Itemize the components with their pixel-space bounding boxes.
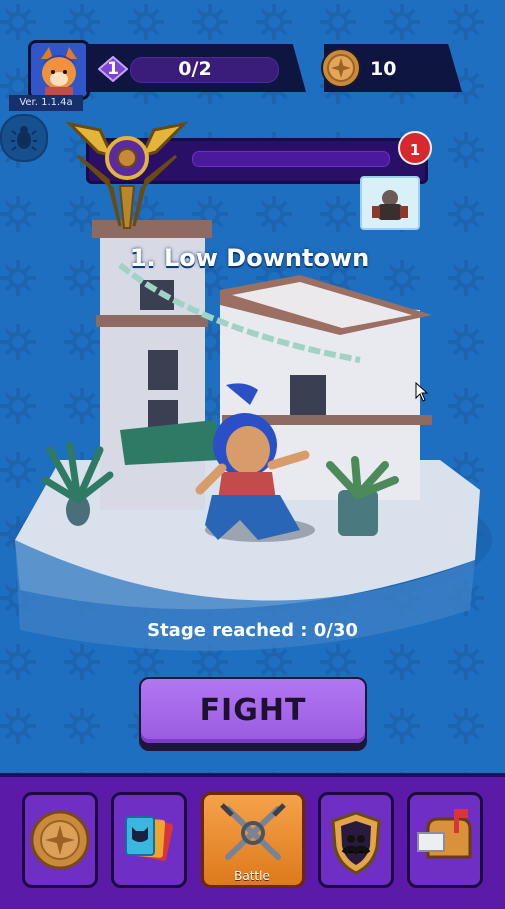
coin-count: 10 — [370, 58, 397, 80]
stage-reached-text: Stage reached : 0/30 — [147, 620, 358, 641]
stage-scene-illustration — [12, 220, 492, 651]
stage-progress-bar — [192, 151, 390, 167]
mouse-cursor-icon — [415, 382, 429, 402]
crossed-weapons-icon — [220, 803, 286, 860]
stage-title: 1. Low Downtown — [0, 244, 505, 272]
nav-mail-button[interactable] — [407, 792, 483, 888]
boss-reward-preview[interactable] — [360, 176, 420, 230]
xp-progress-text: 0/2 — [178, 58, 212, 80]
nav-battle-label: Battle — [234, 869, 270, 883]
nav-guild-button[interactable] — [318, 792, 394, 888]
fox-avatar-icon — [31, 43, 87, 97]
mailbox-icon — [417, 809, 472, 859]
version-label: Ver. 1.1.4a — [9, 95, 83, 111]
trophy-emblem-icon — [65, 121, 189, 229]
boss-portrait-icon — [372, 178, 408, 220]
player-level: 1 — [107, 59, 119, 79]
bug-report-button[interactable] — [0, 114, 48, 162]
cards-icon — [125, 816, 174, 861]
bug-icon — [11, 126, 37, 151]
nav-cards-button[interactable] — [111, 792, 187, 888]
nav-shop-button[interactable] — [22, 792, 98, 888]
coin-medallion-icon — [30, 810, 90, 870]
stage-title-text: 1. Low Downtown — [129, 244, 370, 272]
coin-icon — [321, 48, 361, 88]
fight-button-label[interactable]: FIGHT — [141, 679, 365, 743]
guild-shield-icon — [331, 811, 381, 875]
notification-badge: 1 — [398, 131, 432, 165]
player-avatar[interactable] — [28, 40, 90, 100]
